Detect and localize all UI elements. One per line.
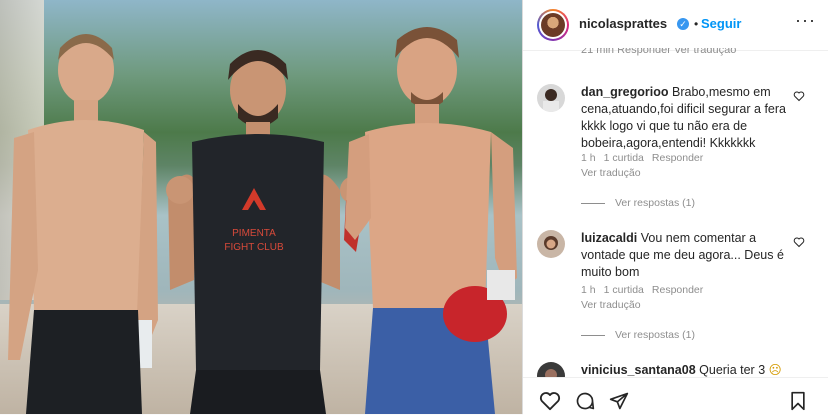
like-icon[interactable] bbox=[539, 391, 561, 411]
comment-icon[interactable] bbox=[575, 391, 595, 411]
commenter-username[interactable]: dan_gregorioo bbox=[581, 85, 669, 99]
comment-likes[interactable]: 1 curtida bbox=[604, 284, 644, 296]
commenter-avatar[interactable] bbox=[537, 230, 565, 258]
author-username[interactable]: nicolasprattes bbox=[579, 16, 667, 31]
reply-link[interactable]: Responder bbox=[652, 152, 703, 164]
comment-meta: 1 h 1 curtida Responder bbox=[581, 284, 703, 296]
like-comment-icon[interactable] bbox=[793, 236, 805, 248]
previous-comment-meta: 21 min Responder Ver tradução bbox=[581, 48, 737, 56]
follow-button[interactable]: Seguir bbox=[701, 16, 741, 31]
sad-emoji: ☹ bbox=[768, 363, 782, 377]
comment-meta: 1 h 1 curtida Responder bbox=[581, 152, 703, 164]
view-replies[interactable]: Ver respostas (1) bbox=[581, 197, 695, 209]
post-photo[interactable]: PIMENTA FIGHT CLUB bbox=[0, 0, 522, 414]
person-right bbox=[345, 27, 517, 414]
commenter-username[interactable]: vinicius_santana08 bbox=[581, 363, 696, 377]
comment-text: dan_gregorioo Brabo,mesmo em cena,atuand… bbox=[581, 85, 786, 150]
comment-time: 1 h bbox=[581, 284, 596, 296]
comment-time: 1 h bbox=[581, 152, 596, 164]
more-options-icon[interactable]: ··· bbox=[795, 10, 816, 31]
verified-icon: ✓ bbox=[677, 18, 689, 30]
post-header: nicolasprattes ✓ • Seguir ··· bbox=[523, 0, 828, 51]
post-sidebar: nicolasprattes ✓ • Seguir ··· 21 min Res… bbox=[522, 0, 828, 415]
author-avatar[interactable] bbox=[537, 9, 569, 41]
person-left bbox=[8, 34, 158, 414]
view-replies[interactable]: Ver respostas (1) bbox=[581, 329, 695, 341]
translate-link[interactable]: Ver tradução bbox=[581, 299, 641, 311]
shirt-text-line1: PIMENTA bbox=[232, 228, 276, 239]
translate-link[interactable]: Ver tradução bbox=[581, 167, 641, 179]
like-comment-icon[interactable] bbox=[793, 90, 805, 102]
comment-text: luizacaldi Vou nem comentar a vontade qu… bbox=[581, 231, 784, 279]
post-action-bar bbox=[523, 377, 828, 415]
comment-likes[interactable]: 1 curtida bbox=[604, 152, 644, 164]
commenter-avatar[interactable] bbox=[537, 84, 565, 112]
reply-link[interactable]: Responder bbox=[652, 284, 703, 296]
share-icon[interactable] bbox=[609, 391, 629, 411]
separator-dot: • bbox=[694, 17, 699, 31]
commenter-username[interactable]: luizacaldi bbox=[581, 231, 637, 245]
person-middle: PIMENTA FIGHT CLUB bbox=[166, 50, 368, 414]
shirt-text-line2: FIGHT CLUB bbox=[224, 242, 284, 253]
save-icon[interactable] bbox=[789, 391, 807, 411]
